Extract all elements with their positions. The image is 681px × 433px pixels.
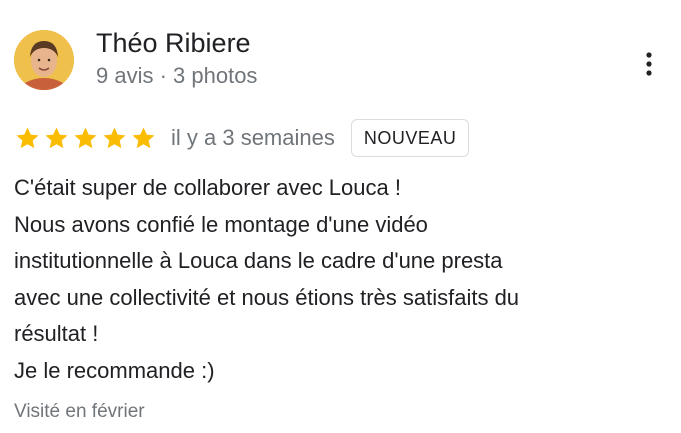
more-vert-icon (646, 52, 652, 76)
star-icon (45, 126, 68, 148)
star-rating (14, 125, 157, 152)
reviewer-name[interactable]: Théo Ribiere (96, 28, 251, 59)
star-icon (16, 126, 39, 148)
star-icon (132, 126, 155, 148)
star-icon (74, 126, 97, 148)
review-text: C'était super de collaborer avec Louca !… (14, 175, 520, 383)
rating-row: il y a 3 semaines NOUVEAU (14, 118, 470, 158)
star-icon (103, 126, 126, 148)
reviewer-stats: 9 avis · 3 photos (96, 63, 258, 88)
visited-date: Visité en février (14, 401, 145, 422)
more-options-button[interactable] (634, 44, 664, 84)
new-badge: NOUVEAU (350, 119, 470, 157)
review-date: il y a 3 semaines (171, 125, 335, 150)
reviewer-avatar[interactable] (14, 30, 74, 90)
